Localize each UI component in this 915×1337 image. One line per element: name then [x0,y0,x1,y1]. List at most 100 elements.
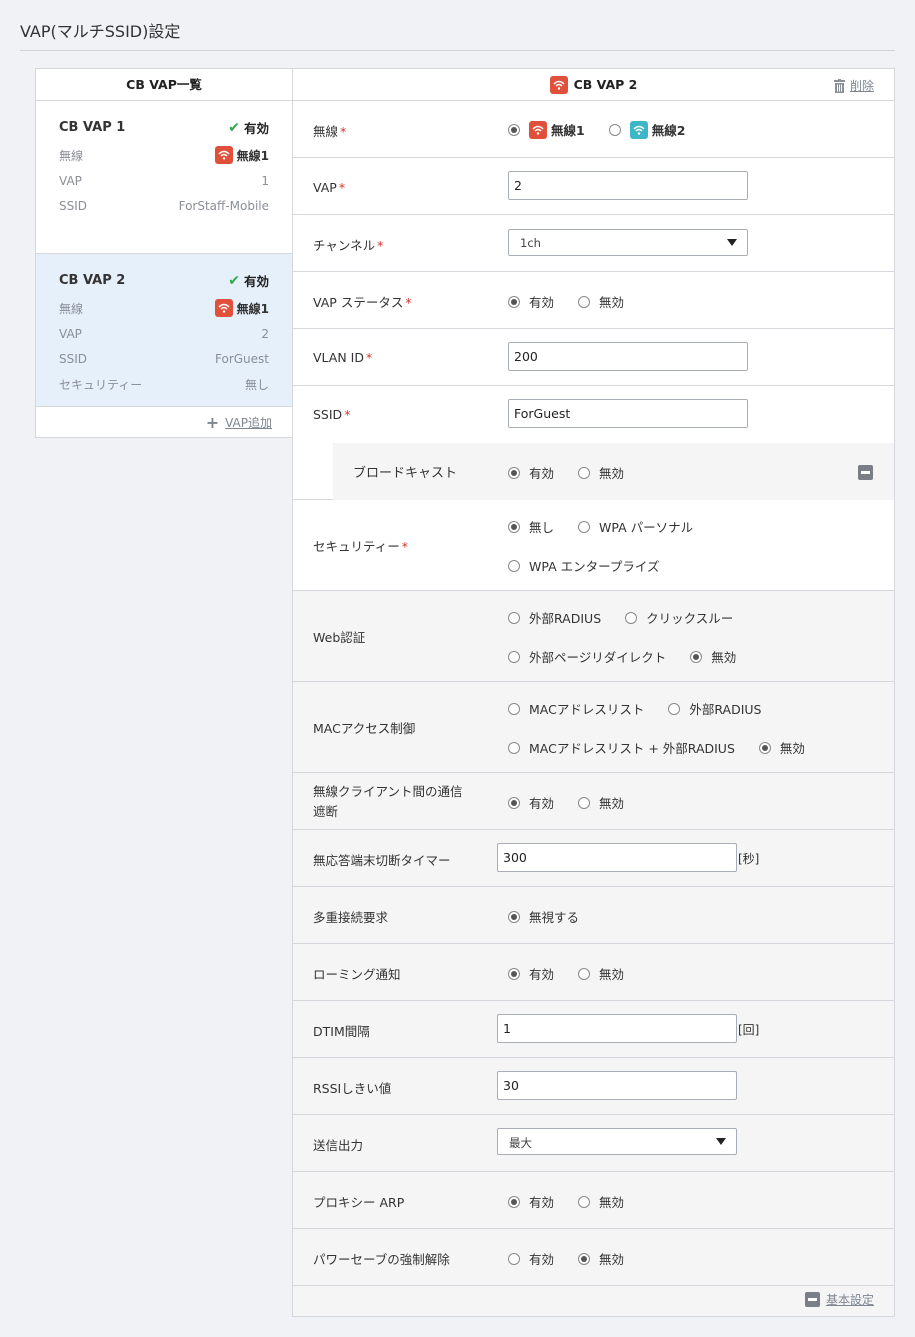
vap-value: 1 [261,174,269,188]
web-auth-redirect[interactable]: 外部ページリダイレクト [508,647,666,666]
security-row: セキュリティー * 無し WPA パーソナル WPA エンタープライズ [293,500,894,591]
basic-settings-toggle[interactable]: 基本設定 [804,1291,874,1308]
power-save-row: パワーセーブの強制解除 有効 無効 [293,1229,894,1286]
mac-access-list[interactable]: MACアドレスリスト [508,699,644,718]
mac-access-label: MACアクセス制御 [313,721,416,736]
delete-button[interactable]: 削除 [833,77,874,94]
proxy-arp-disabled[interactable]: 無効 [578,1192,624,1211]
client-isolation-disabled[interactable]: 無効 [578,793,624,812]
broadcast-enabled[interactable]: 有効 [508,463,554,482]
channel-row: チャンネル * 1ch [293,215,894,272]
vap-status-row: VAP ステータス * 有効 無効 [293,272,894,329]
multi-conn-ignore[interactable]: 無視する [508,907,579,926]
timeout-input[interactable]: 300 [497,843,737,872]
title-divider [20,50,895,51]
ssid-row: SSID * ForGuest ブロードキャスト 有効 無効 [293,386,894,500]
vap-status-label: VAP ステータス * [313,295,412,310]
power-save-label: パワーセーブの強制解除 [313,1252,450,1267]
timeout-row: 無応答端末切断タイマー 300 [秒] [293,830,894,887]
ssid-value: ForStaff-Mobile [178,199,269,213]
chevron-down-icon [716,1138,726,1145]
vap-detail-header: CB VAP 2 削除 [293,69,894,101]
channel-select[interactable]: 1ch [508,229,748,256]
vap-card-wireless: 無線1 [214,299,269,317]
check-icon: ✔ [228,119,240,136]
broadcast-label: ブロードキャスト [353,466,458,481]
vap-card-status: ✔ 有効 [228,272,269,290]
wireless-label: 無線 [59,148,84,163]
vap-card-status: ✔ 有効 [228,119,269,137]
wireless-row: 無線 * 無線1 無線2 [293,101,894,158]
tx-power-select[interactable]: 最大 [497,1128,737,1155]
chevron-down-icon [727,239,737,246]
rssi-label: RSSIしきい値 [313,1081,392,1096]
mac-access-row: MACアクセス制御 MACアドレスリスト 外部RADIUS MACアドレスリスト… [293,682,894,773]
web-auth-disabled[interactable]: 無効 [690,647,736,666]
dtim-input[interactable]: 1 [497,1014,737,1043]
wireless-label: 無線 [59,301,84,316]
roaming-row: ローミング通知 有効 無効 [293,944,894,1001]
vap-input[interactable]: 2 [508,171,748,200]
wireless-option-1[interactable]: 無線1 [508,120,585,139]
web-auth-radius[interactable]: 外部RADIUS [508,608,601,627]
timeout-unit: [秒] [738,852,760,866]
wifi-icon [549,76,568,94]
security-none[interactable]: 無し [508,517,554,536]
vap-card-name: CB VAP 1 [59,120,126,135]
rssi-input[interactable]: 30 [497,1071,737,1100]
security-wpa-personal[interactable]: WPA パーソナル [578,517,693,536]
vap-card-wireless: 無線1 [214,146,269,164]
multi-conn-row: 多重接続要求 無視する [293,887,894,944]
collapse-icon[interactable] [858,465,873,480]
vap-status-disabled[interactable]: 無効 [578,292,624,311]
add-vap-button[interactable]: + VAP追加 [206,413,272,432]
vap-list-panel: CB VAP一覧 CB VAP 1 ✔ 有効 無線 無線1 VAP 1 SSID Fo… [35,68,293,438]
tx-power-row: 送信出力 最大 [293,1115,894,1172]
web-auth-clickthrough[interactable]: クリックスルー [625,608,733,627]
vap-card-1[interactable]: CB VAP 1 ✔ 有効 無線 無線1 VAP 1 SSID ForStaff-Mo… [36,101,292,254]
vap-detail-panel: CB VAP 2 削除 無線 * 無線1 無線2 VAP * 2 チャンネル * 1c… [292,68,895,1317]
vap-status-enabled[interactable]: 有効 [508,292,554,311]
vlan-label: VLAN ID * [313,350,373,365]
broadcast-subrow: ブロードキャスト 有効 無効 [333,443,894,500]
vap-card-name: CB VAP 2 [59,273,126,288]
security-label: セキュリティー [59,378,143,392]
mac-access-radius[interactable]: 外部RADIUS [668,699,762,718]
trash-icon [833,78,845,93]
vap-list-header: CB VAP一覧 [36,69,292,101]
ssid-label: SSID [59,352,88,366]
broadcast-disabled[interactable]: 無効 [578,463,624,482]
vap-row: VAP * 2 [293,158,894,215]
proxy-arp-label: プロキシー ARP [313,1195,405,1210]
dtim-label: DTIM間隔 [313,1024,370,1039]
client-isolation-label: 無線クライアント間の通信 遮断 [313,784,463,819]
client-isolation-enabled[interactable]: 有効 [508,793,554,812]
vap-card-2[interactable]: CB VAP 2 ✔ 有効 無線 無線1 VAP 2 SSID ForGuest セキ… [36,254,292,407]
security-value: 無し [244,378,269,392]
mac-access-list-radius[interactable]: MACアドレスリスト + 外部RADIUS [508,738,735,757]
ssid-input[interactable]: ForGuest [508,399,748,428]
client-isolation-row: 無線クライアント間の通信 遮断 有効 無効 [293,773,894,830]
roaming-disabled[interactable]: 無効 [578,964,624,983]
dtim-row: DTIM間隔 1 [回] [293,1001,894,1058]
vlan-input[interactable]: 200 [508,342,748,371]
vap-label: VAP [59,174,82,188]
wireless-label: 無線 * [313,124,347,139]
ssid-value: ForGuest [215,352,269,366]
wifi-icon [214,299,233,317]
power-save-disabled[interactable]: 無効 [578,1249,624,1268]
wifi-icon [214,146,233,164]
dtim-unit: [回] [738,1023,760,1037]
vap-label: VAP [59,327,82,341]
security-wpa-enterprise[interactable]: WPA エンタープライズ [508,556,660,575]
vap-detail-title: CB VAP 2 [573,77,638,92]
proxy-arp-enabled[interactable]: 有効 [508,1192,554,1211]
timeout-label: 無応答端末切断タイマー [313,853,451,868]
vap-value: 2 [261,327,269,341]
power-save-enabled[interactable]: 有効 [508,1249,554,1268]
plus-icon: + [205,413,220,432]
mac-access-disabled[interactable]: 無効 [758,738,805,757]
security-label: セキュリティー * [313,539,409,554]
wireless-option-2[interactable]: 無線2 [608,120,685,139]
roaming-enabled[interactable]: 有効 [508,964,554,983]
